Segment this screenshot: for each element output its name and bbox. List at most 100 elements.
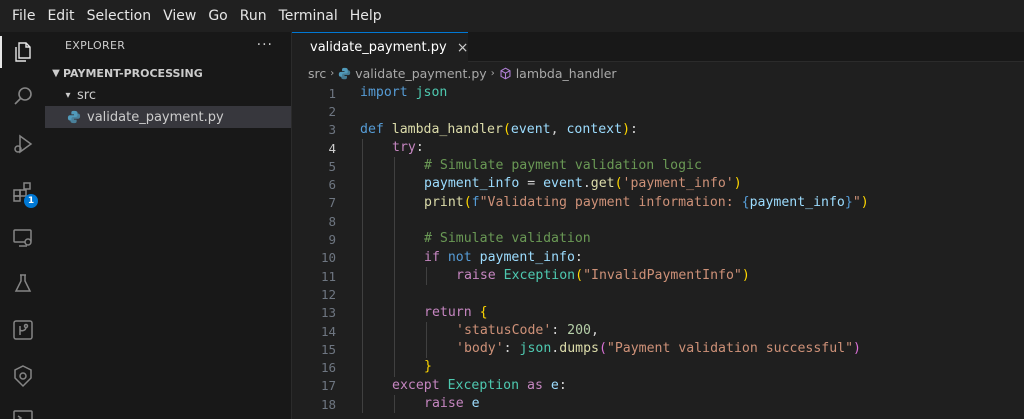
menu-terminal[interactable]: Terminal <box>273 0 344 32</box>
code-token: json <box>415 85 448 100</box>
tab-validate-payment[interactable]: validate_payment.py × <box>292 32 468 62</box>
line-number: 4 <box>328 140 336 156</box>
line-number: 15 <box>320 341 336 357</box>
kubernetes-icon[interactable] <box>0 356 45 396</box>
folder-label: PAYMENT-PROCESSING <box>63 66 203 80</box>
indent-guide <box>394 321 395 341</box>
menu-view[interactable]: View <box>157 0 202 32</box>
code-text: # Simulate validation <box>424 230 591 248</box>
indent-guide <box>362 376 363 396</box>
python-file-icon <box>67 110 81 124</box>
code-text: except Exception as e: <box>392 377 567 395</box>
code-line[interactable]: 6 payment_info = event.get('payment_info'… <box>292 175 1024 194</box>
indent-guide <box>362 303 363 322</box>
indent-guide <box>362 193 363 213</box>
line-number: 16 <box>320 360 336 376</box>
code-line[interactable]: 2 <box>292 102 1024 120</box>
folder-label: src <box>77 87 96 103</box>
indent-guide <box>394 340 395 359</box>
code-token: not <box>447 249 472 265</box>
menu-run[interactable]: Run <box>234 0 273 32</box>
tab-label: validate_payment.py <box>310 40 447 55</box>
code-token: 'statusCode' <box>456 322 552 338</box>
code-text: 'body': json.dumps("Payment validation s… <box>456 340 861 358</box>
remote-explorer-icon[interactable] <box>0 218 45 258</box>
code-line[interactable]: 9 # Simulate validation <box>292 230 1024 249</box>
menu-file[interactable]: File <box>6 0 41 32</box>
code-line[interactable]: 14 'statusCode': 200, <box>292 321 1024 341</box>
code-token: Exception <box>503 267 576 283</box>
code-token: payment_info <box>479 249 575 265</box>
breadcrumb-symbol[interactable]: lambda_handler <box>516 66 617 81</box>
line-number: 8 <box>328 213 336 229</box>
code-token: # Simulate payment validation logic <box>424 158 702 174</box>
code-line[interactable]: 4 try: <box>292 138 1024 158</box>
chevron-right-icon: › <box>330 67 335 79</box>
line-number: 3 <box>328 122 336 138</box>
chevron-right-icon: › <box>490 67 495 79</box>
code-line[interactable]: 13 return { <box>292 303 1024 322</box>
code-line[interactable]: 1 import json <box>292 84 1024 102</box>
code-line[interactable]: 15 'body': json.dumps("Payment validation… <box>292 340 1024 359</box>
code-token: , <box>550 121 567 137</box>
indent-guide <box>394 303 395 322</box>
menu-selection[interactable]: Selection <box>81 0 158 32</box>
code-line[interactable]: 5 # Simulate payment validation logic <box>292 157 1024 176</box>
code-token: event <box>510 121 551 137</box>
code-text: return { <box>424 304 488 322</box>
menu-help[interactable]: Help <box>344 0 388 32</box>
source-control-icon[interactable] <box>0 310 45 350</box>
terminal-icon[interactable] <box>0 398 45 419</box>
code-token: " <box>852 194 861 210</box>
indent-guide <box>362 212 363 231</box>
folder-src[interactable]: ▾ src <box>45 84 291 106</box>
testing-icon[interactable] <box>0 264 45 304</box>
more-actions-icon[interactable]: ··· <box>257 37 273 53</box>
code-line[interactable]: 10 if not payment_info: <box>292 248 1024 267</box>
code-token: 'payment_info' <box>622 176 734 192</box>
indent-guide <box>362 358 363 377</box>
code-line[interactable]: 3 def lambda_handler(event, context): <box>292 121 1024 139</box>
code-token: : <box>630 121 638 137</box>
code-line[interactable]: 12 <box>292 285 1024 304</box>
code-line[interactable]: 17 except Exception as e: <box>292 376 1024 396</box>
code-editor[interactable]: 1 import json 2 3 def lambda_handler(event, … <box>292 84 1024 419</box>
code-token: raise <box>456 267 496 283</box>
indent-guide <box>426 340 427 359</box>
run-debug-icon[interactable] <box>0 124 45 164</box>
code-token: ( <box>575 267 584 283</box>
line-number: 13 <box>320 305 336 321</box>
code-text: } <box>424 358 432 376</box>
breadcrumb-folder[interactable]: src <box>308 66 326 81</box>
code-token: } <box>844 194 853 210</box>
close-icon[interactable]: × <box>457 40 469 56</box>
file-validate-payment[interactable]: validate_payment.py <box>45 106 291 128</box>
breadcrumb-file[interactable]: validate_payment.py <box>355 66 486 81</box>
code-token: get <box>590 176 615 192</box>
line-number: 14 <box>320 323 336 339</box>
code-line[interactable]: 8 <box>292 212 1024 231</box>
code-token: , <box>591 322 599 338</box>
code-line[interactable]: 11 raise Exception("InvalidPaymentInfo") <box>292 266 1024 286</box>
explorer-icon[interactable] <box>0 32 45 72</box>
code-line[interactable]: 7 print(f"Validating payment information:… <box>292 193 1024 213</box>
code-text: raise e <box>424 395 480 413</box>
menu-edit[interactable]: Edit <box>41 0 80 32</box>
extensions-icon[interactable]: 1 <box>0 172 45 212</box>
line-number: 12 <box>320 286 336 302</box>
indent-guide <box>362 266 363 286</box>
menu-go[interactable]: Go <box>202 0 233 32</box>
code-token: : <box>551 322 568 338</box>
line-number: 18 <box>320 396 336 412</box>
indent-guide <box>394 285 395 304</box>
folder-payment-processing[interactable]: ▼ PAYMENT-PROCESSING <box>45 62 291 84</box>
line-number: 7 <box>328 195 336 211</box>
line-number: 9 <box>328 232 336 248</box>
code-text: raise Exception("InvalidPaymentInfo") <box>456 267 750 285</box>
code-line[interactable]: 18 raise e <box>292 395 1024 414</box>
search-icon[interactable] <box>0 76 45 116</box>
code-line[interactable]: 16} <box>292 358 1024 377</box>
